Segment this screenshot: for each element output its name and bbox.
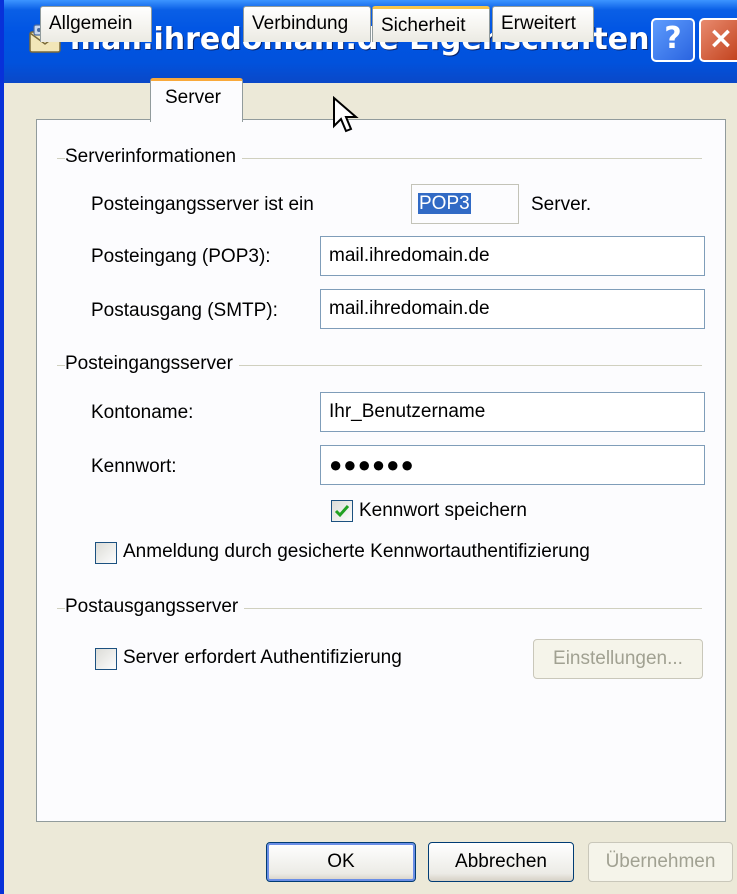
server-tab-panel: Serverinformationen Posteingangsserver i… [36, 119, 726, 822]
account-name-input[interactable]: Ihr_Benutzername [320, 392, 705, 432]
mouse-pointer-icon [333, 96, 359, 133]
cancel-button[interactable]: Abbrechen [428, 842, 574, 882]
incoming-server-input[interactable]: mail.ihredomain.de [320, 236, 705, 276]
incoming-server-group-title: Posteingangsserver [65, 353, 239, 375]
checkmark-icon [334, 505, 350, 518]
password-label: Kennwort: [91, 456, 177, 477]
properties-dialog: mail.ihredomain.de Eigenschaften ? × All… [0, 0, 737, 894]
remember-password-label[interactable]: Kennwort speichern [359, 500, 527, 522]
incoming-type-label: Posteingangsserver ist ein [91, 194, 314, 215]
password-input[interactable]: ●●●●●● [320, 445, 705, 485]
incoming-type-value: POP3 [411, 184, 519, 224]
account-name-label: Kontoname: [91, 402, 194, 423]
tab-allgemein[interactable]: Allgemein [40, 6, 152, 42]
tab-verbindung[interactable]: Verbindung [243, 6, 371, 42]
tab-sicherheit[interactable]: Sicherheit [372, 6, 490, 42]
tab-erweitert[interactable]: Erweitert [492, 6, 594, 42]
spa-label[interactable]: Anmeldung durch gesicherte Kennwortauthe… [123, 541, 590, 563]
ok-button[interactable]: OK [266, 842, 416, 882]
outgoing-server-input[interactable]: mail.ihredomain.de [320, 289, 705, 329]
spa-checkbox[interactable] [95, 542, 117, 564]
close-button[interactable]: × [699, 18, 737, 62]
auth-required-checkbox[interactable] [95, 648, 117, 670]
remember-password-checkbox[interactable] [331, 500, 353, 522]
incoming-type-text: POP3 [418, 193, 471, 214]
server-info-group-title: Serverinformationen [65, 146, 243, 168]
tab-server[interactable]: Server [150, 78, 243, 122]
auth-required-label[interactable]: Server erfordert Authentifizierung [123, 647, 402, 669]
outgoing-server-label: Postausgang (SMTP): [91, 300, 278, 321]
help-button[interactable]: ? [651, 18, 695, 62]
apply-button[interactable]: Übernehmen [588, 842, 733, 882]
incoming-type-suffix: Server. [531, 194, 592, 215]
outgoing-server-group-title: Postausgangsserver [65, 596, 245, 618]
incoming-server-label: Posteingang (POP3): [91, 246, 271, 267]
settings-button[interactable]: Einstellungen... [533, 639, 703, 679]
